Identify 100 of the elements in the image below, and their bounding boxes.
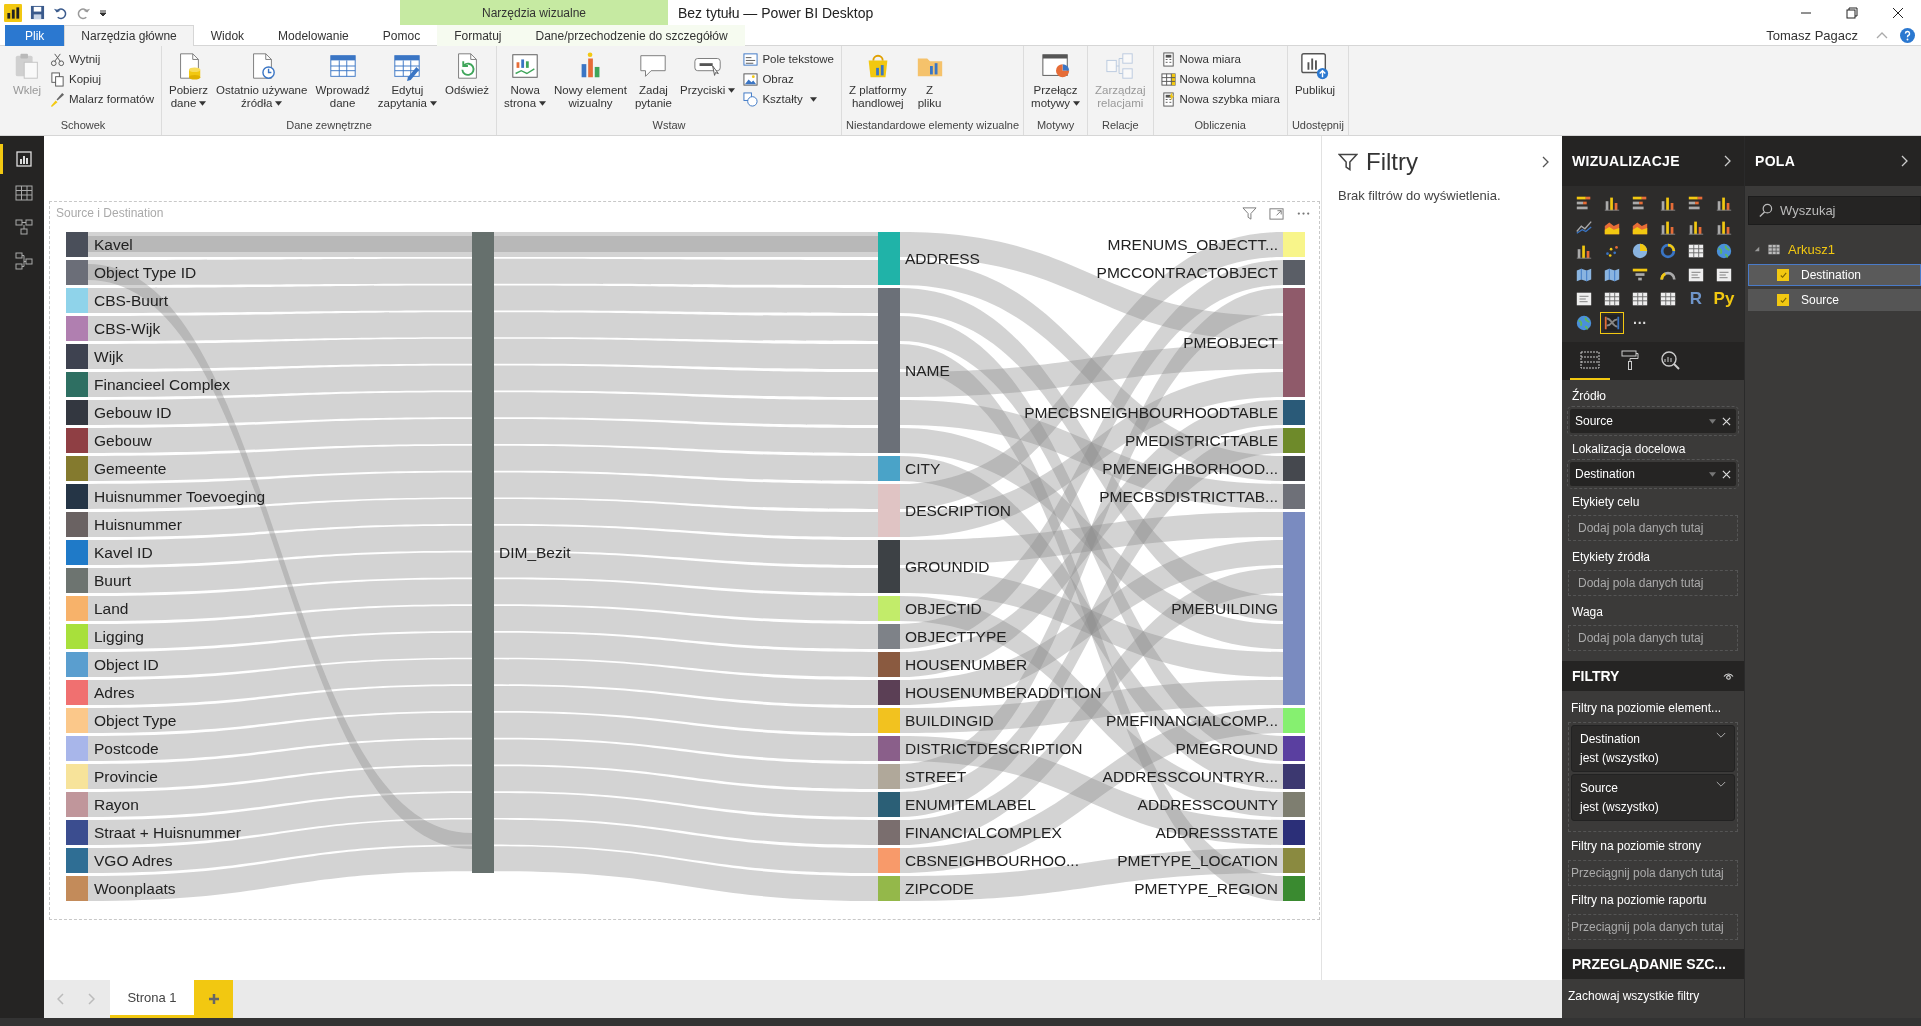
sankey-node[interactable]	[1283, 260, 1305, 285]
ribbon-tab[interactable]: Narzędzia główne	[64, 25, 194, 46]
sankey-node[interactable]	[1283, 764, 1305, 789]
sankey-node[interactable]	[1283, 484, 1305, 509]
drop-zone[interactable]: Dodaj pola danych tutaj	[1568, 625, 1738, 651]
ribbon-button[interactable]: Publikuj	[1291, 49, 1339, 99]
remove-icon[interactable]	[1722, 416, 1731, 426]
chevron-down-icon[interactable]	[1716, 732, 1726, 739]
ribbon-button[interactable]: Ostatnio używane źródła	[213, 49, 311, 112]
sankey-node[interactable]	[66, 260, 88, 285]
ribbon-button[interactable]: Pole tekstowe	[740, 50, 837, 68]
sankey-node[interactable]	[878, 232, 900, 285]
visual-type-button[interactable]	[1600, 312, 1624, 334]
ribbon-button[interactable]: Nowa miara	[1157, 50, 1283, 68]
sankey-node[interactable]	[66, 512, 88, 537]
sankey-node[interactable]	[66, 232, 88, 257]
ribbon-tab[interactable]: Modelowanie	[261, 25, 366, 46]
ribbon-button[interactable]: Malarz formatów	[47, 90, 157, 108]
visual-type-button[interactable]: Py	[1712, 288, 1736, 310]
sankey-node[interactable]	[66, 484, 88, 509]
ribbon-button[interactable]: Z platformy handlowej	[846, 49, 910, 112]
sankey-node[interactable]	[878, 624, 900, 649]
sankey-node[interactable]	[66, 792, 88, 817]
sankey-node[interactable]	[1283, 428, 1305, 453]
sankey-node[interactable]	[878, 792, 900, 817]
expand-triangle-icon[interactable]	[1754, 246, 1760, 252]
ribbon-button[interactable]: Wprowadź dane	[312, 49, 373, 112]
visual-type-button[interactable]: R	[1684, 288, 1708, 310]
filter-icon[interactable]	[1242, 205, 1257, 221]
search-field[interactable]: Wyszukaj	[1748, 196, 1921, 225]
sankey-node[interactable]	[1283, 512, 1305, 705]
checkbox[interactable]	[1777, 269, 1789, 281]
eye-icon[interactable]	[1723, 671, 1734, 681]
sankey-node[interactable]	[66, 708, 88, 733]
sankey-node[interactable]	[1283, 876, 1305, 901]
field-pill[interactable]: Destination	[1570, 462, 1736, 486]
sankey-node[interactable]	[66, 316, 88, 341]
sankey-node[interactable]	[1283, 848, 1305, 873]
drop-zone[interactable]: Przeciągnij pola danych tutaj	[1568, 914, 1738, 940]
sankey-node[interactable]	[878, 848, 900, 873]
focus-mode-icon[interactable]	[1269, 205, 1284, 221]
drop-zone[interactable]: Dodaj pola danych tutaj	[1568, 570, 1738, 596]
sankey-node[interactable]	[66, 344, 88, 369]
sankey-node[interactable]	[1283, 232, 1305, 257]
ribbon-tab[interactable]: Widok	[193, 25, 262, 46]
sankey-node[interactable]	[66, 456, 88, 481]
ribbon-tab[interactable]: Formatuj	[437, 25, 519, 46]
chevron-right-icon[interactable]	[1542, 156, 1550, 168]
ribbon-button[interactable]: Nowy element wizualny	[551, 49, 630, 112]
sankey-node[interactable]	[1283, 736, 1305, 761]
sankey-node[interactable]	[878, 876, 900, 901]
field-item[interactable]: Destination	[1748, 264, 1921, 286]
ribbon-button[interactable]: Nowa szybka miara	[1157, 90, 1283, 108]
field-item[interactable]: Source	[1748, 289, 1921, 311]
sankey-node[interactable]	[878, 288, 900, 453]
sankey-node[interactable]	[878, 596, 900, 621]
ribbon-button[interactable]: Edytuj zapytania	[374, 49, 440, 112]
more-visuals-button[interactable]: ···	[1628, 312, 1652, 334]
sankey-node[interactable]	[1283, 820, 1305, 845]
filter-card[interactable]: Destination jest (wszystko)	[1571, 725, 1735, 772]
ribbon-button[interactable]: Obraz	[740, 70, 837, 88]
ribbon-button[interactable]: Wytnij	[47, 50, 157, 68]
ribbon-tab[interactable]: Pomoc	[365, 25, 438, 46]
chevron-up-icon[interactable]	[1876, 31, 1888, 39]
caret-icon[interactable]	[99, 8, 107, 17]
table-name[interactable]: Arkusz1	[1788, 241, 1835, 257]
sankey-node[interactable]	[878, 652, 900, 677]
sankey-node[interactable]	[1283, 456, 1305, 481]
ribbon-button[interactable]: Kształty	[740, 90, 837, 108]
chevron-down-icon[interactable]	[1716, 781, 1726, 788]
ribbon-button[interactable]: Zadaj pytanie	[631, 49, 676, 112]
drop-zone[interactable]: Przeciągnij pola danych tutaj	[1568, 860, 1738, 886]
sankey-node[interactable]	[66, 820, 88, 845]
sankey-node[interactable]	[878, 456, 900, 481]
ribbon-button[interactable]: Przyciski	[677, 49, 739, 99]
ribbon-button[interactable]: Kopiuj	[47, 70, 157, 88]
help-icon[interactable]	[1900, 27, 1915, 43]
ribbon-button[interactable]: Pobierz dane	[166, 49, 211, 112]
sankey-node[interactable]	[1283, 400, 1305, 425]
sankey-node[interactable]	[66, 288, 88, 313]
drop-zone[interactable]: Dodaj pola danych tutaj	[1568, 515, 1738, 541]
sankey-node[interactable]	[878, 708, 900, 733]
page-tab[interactable]: Strona 1	[110, 980, 194, 1018]
sankey-node[interactable]	[66, 568, 88, 593]
field-pill[interactable]: Source	[1570, 409, 1736, 433]
sankey-node[interactable]	[66, 540, 88, 565]
sankey-node[interactable]	[66, 736, 88, 761]
redo-icon[interactable]	[76, 5, 91, 20]
undo-icon[interactable]	[53, 5, 68, 20]
ribbon-button[interactable]: Nowa strona	[501, 49, 550, 112]
sankey-node[interactable]	[66, 400, 88, 425]
sankey-node[interactable]	[878, 484, 900, 537]
sankey-node[interactable]	[66, 652, 88, 677]
sankey-node[interactable]	[472, 232, 494, 873]
ribbon-button[interactable]: Nowa kolumna	[1157, 70, 1283, 88]
sankey-node[interactable]	[878, 764, 900, 789]
save-icon[interactable]	[30, 5, 45, 20]
sankey-node[interactable]	[1283, 288, 1305, 397]
sankey-node[interactable]	[878, 736, 900, 761]
sankey-node[interactable]	[66, 848, 88, 873]
